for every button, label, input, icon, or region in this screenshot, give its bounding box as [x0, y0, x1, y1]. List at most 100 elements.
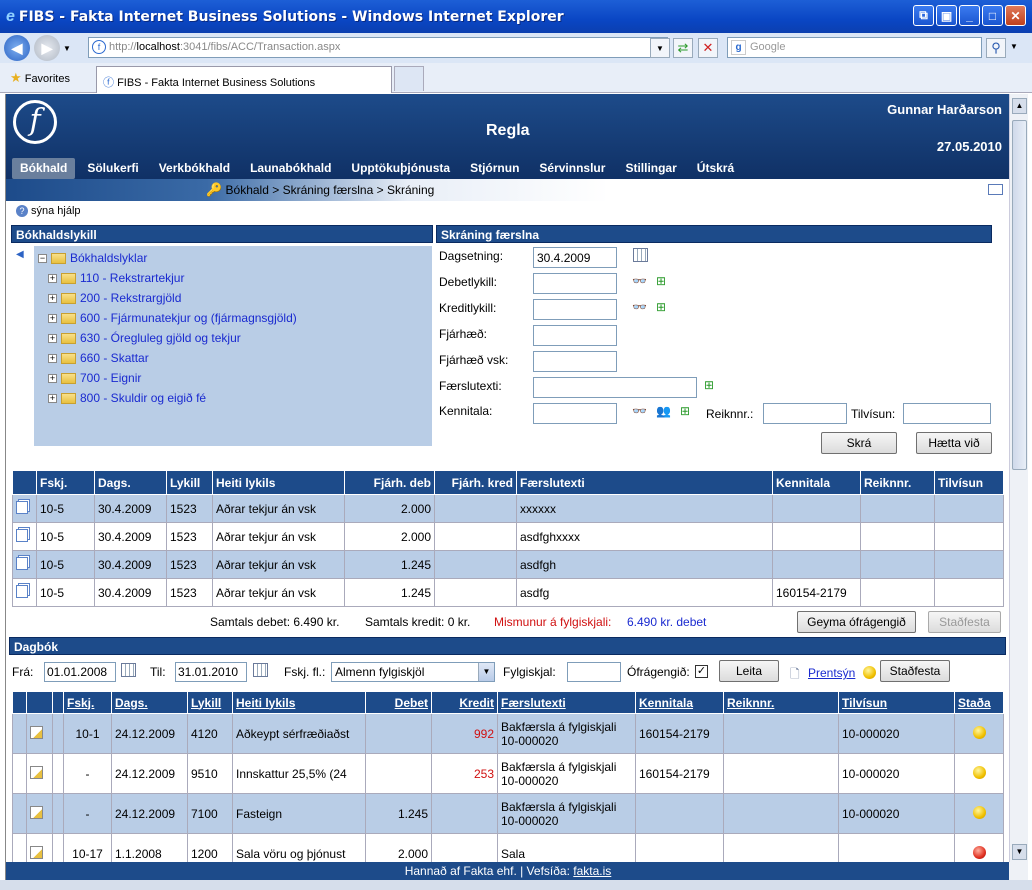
vertical-scrollbar[interactable]: ▲ ▼	[1009, 94, 1028, 862]
add-icon[interactable]: ⊞	[680, 404, 690, 418]
menu-solukerfi[interactable]: Sölukerfi	[79, 158, 146, 179]
calendar-icon[interactable]	[121, 663, 136, 677]
address-bar[interactable]: f http://localhost:3041/fibs/ACC/Transac…	[88, 37, 668, 58]
table-row[interactable]: 10-5 30.4.2009 1523 Aðrar tekjur án vsk 1.24…	[12, 578, 1004, 607]
column-header[interactable]: Tilvísun	[838, 691, 955, 714]
calendar-icon[interactable]	[633, 248, 648, 262]
edit-cell[interactable]	[26, 753, 53, 794]
favorites-button[interactable]: ★ Favorites	[10, 70, 70, 86]
copy-icon[interactable]	[16, 500, 28, 514]
column-header[interactable]: Heiti lykils	[232, 691, 366, 714]
lookup-icon[interactable]: 👓	[632, 404, 647, 418]
address-dropdown-icon[interactable]: ▼	[650, 38, 670, 58]
footer-link[interactable]: fakta.is	[573, 864, 611, 878]
tree-root[interactable]: − Bókhaldslyklar	[38, 251, 147, 265]
kt-input[interactable]	[533, 403, 617, 424]
minimize-button[interactable]: _	[959, 5, 980, 26]
copy-cell[interactable]	[12, 578, 37, 607]
switch-window-icon[interactable]: ▣	[936, 5, 957, 26]
maximize-button[interactable]: □	[982, 5, 1003, 26]
edit-icon[interactable]	[30, 765, 43, 779]
expand-icon[interactable]: +	[48, 394, 57, 404]
search-icon[interactable]: ⚲	[986, 38, 1006, 58]
table-row[interactable]: -24.12.2009 9510 Innskattur 25,5% (24 253 Ba…	[12, 753, 1004, 794]
copy-cell[interactable]	[12, 494, 37, 523]
collapse-icon[interactable]: −	[38, 254, 47, 264]
tree-item[interactable]: +630 - Óregluleg gjöld og tekjur	[48, 331, 241, 345]
copy-cell[interactable]	[12, 550, 37, 579]
table-row[interactable]: 10-5 30.4.2009 1523 Aðrar tekjur án vsk 2.00…	[12, 494, 1004, 523]
unfinished-checkbox[interactable]: ✓	[695, 665, 708, 678]
expand-icon[interactable]: +	[48, 334, 57, 344]
column-header[interactable]: Fskj.	[63, 691, 112, 714]
search-input[interactable]: g Google	[727, 37, 982, 58]
refresh-icon[interactable]: ⇄	[673, 38, 693, 58]
history-dropdown-icon[interactable]: ▼	[63, 44, 71, 53]
forward-button[interactable]: ▶	[34, 35, 60, 61]
column-header[interactable]: Reiknnr.	[723, 691, 839, 714]
close-button[interactable]: ✕	[1005, 5, 1026, 26]
menu-stillingar[interactable]: Stillingar	[617, 158, 684, 179]
table-row[interactable]: 10-5 30.4.2009 1523 Aðrar tekjur án vsk 1.24…	[12, 550, 1004, 579]
menu-utskra[interactable]: Útskrá	[689, 158, 742, 179]
add-icon[interactable]: ⊞	[656, 274, 666, 288]
column-header[interactable]: Kredit	[431, 691, 498, 714]
collapse-arrow-icon[interactable]: ◀	[16, 249, 24, 260]
column-header[interactable]: Dags.	[111, 691, 188, 714]
table-row[interactable]: -24.12.2009 7100 Fasteign 1.245 Bakfærsla á …	[12, 793, 1004, 834]
amount-input[interactable]	[533, 325, 617, 346]
add-icon[interactable]: ⊞	[656, 300, 666, 314]
confirm-button[interactable]: Staðfesta	[928, 611, 1001, 633]
to-date-input[interactable]: 31.01.2010	[175, 662, 247, 682]
keep-unfinished-button[interactable]: Geyma ófrágengið	[797, 611, 916, 633]
edit-icon[interactable]	[30, 805, 43, 819]
expand-icon[interactable]: +	[48, 314, 57, 324]
cancel-button[interactable]: Hætta við	[916, 432, 992, 454]
menu-servinnslur[interactable]: Sérvinnslur	[531, 158, 613, 179]
invoice-input[interactable]	[763, 403, 847, 424]
copy-icon[interactable]	[16, 528, 28, 542]
amount-vat-input[interactable]	[533, 351, 617, 372]
scroll-thumb[interactable]	[1012, 120, 1027, 470]
tree-item[interactable]: +660 - Skattar	[48, 351, 149, 365]
search-button[interactable]: Leita	[719, 660, 779, 682]
ref-input[interactable]	[903, 403, 991, 424]
menu-bokhald[interactable]: Bókhald	[12, 158, 76, 179]
tree-item[interactable]: +200 - Rekstrargjöld	[48, 291, 181, 305]
menu-launabokhald[interactable]: Launabókhald	[242, 158, 339, 179]
expand-icon[interactable]: +	[48, 354, 57, 364]
copy-cell[interactable]	[12, 522, 37, 551]
tree-item[interactable]: +800 - Skuldir og eigið fé	[48, 391, 206, 405]
debit-input[interactable]	[533, 273, 617, 294]
edit-cell[interactable]	[26, 713, 53, 754]
text-input[interactable]	[533, 377, 697, 398]
column-header[interactable]: Debet	[365, 691, 432, 714]
expand-icon[interactable]: +	[48, 374, 57, 384]
search-options-icon[interactable]: ▼	[1010, 42, 1018, 51]
expand-icon[interactable]: +	[48, 274, 57, 284]
edit-cell[interactable]	[26, 793, 53, 834]
tab-fibs[interactable]: ⓕ FIBS - Fakta Internet Business Solutio…	[96, 66, 392, 93]
stop-icon[interactable]: ✕	[698, 38, 718, 58]
print-preview-link[interactable]: Prentsýn	[808, 666, 855, 680]
scroll-down-icon[interactable]: ▼	[1012, 844, 1027, 860]
scroll-up-icon[interactable]: ▲	[1012, 98, 1027, 114]
lookup-icon[interactable]: 👓	[632, 274, 647, 288]
expand-icon[interactable]: +	[48, 294, 57, 304]
column-header[interactable]: Staða	[954, 691, 1004, 714]
tree-item[interactable]: +110 - Rekstrartekjur	[48, 271, 184, 285]
column-header[interactable]: Lykill	[187, 691, 233, 714]
menu-upptokuthjonusta[interactable]: Upptökuþjónusta	[343, 158, 458, 179]
from-date-input[interactable]: 01.01.2008	[44, 662, 116, 682]
tree-item[interactable]: +700 - Eignir	[48, 371, 141, 385]
voucher-type-select[interactable]: Almenn fylgiskjöl ▼	[331, 662, 495, 682]
copy-icon[interactable]	[16, 584, 28, 598]
column-header[interactable]: Kennitala	[635, 691, 724, 714]
restore-tabs-icon[interactable]: ⧉	[913, 5, 934, 26]
lookup-icon[interactable]: 👓	[632, 300, 647, 314]
tree-item[interactable]: +600 - Fjármunatekjur og (fjármagnsgjöld…	[48, 311, 297, 325]
menu-stjornun[interactable]: Stjórnun	[462, 158, 527, 179]
edit-icon[interactable]	[30, 725, 43, 739]
copy-icon[interactable]	[16, 556, 28, 570]
save-button[interactable]: Skrá	[821, 432, 897, 454]
